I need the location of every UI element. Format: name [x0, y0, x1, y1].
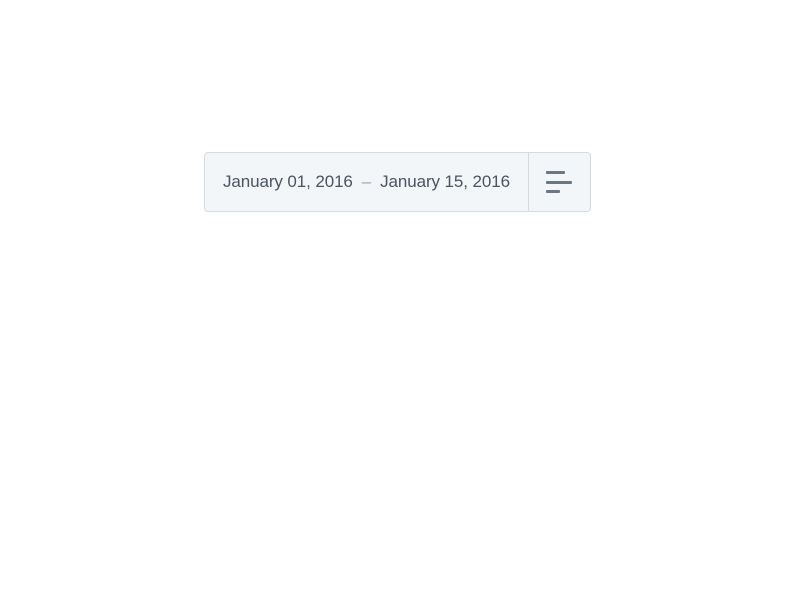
date-range-separator: – — [362, 172, 371, 192]
menu-icon — [546, 171, 572, 193]
menu-button[interactable] — [528, 153, 590, 211]
date-range-control: January 01, 2016 – January 15, 2016 — [204, 152, 591, 212]
date-range-button[interactable]: January 01, 2016 – January 15, 2016 — [205, 153, 528, 211]
date-range-start: January 01, 2016 — [223, 172, 353, 192]
date-range-end: January 15, 2016 — [380, 172, 510, 192]
